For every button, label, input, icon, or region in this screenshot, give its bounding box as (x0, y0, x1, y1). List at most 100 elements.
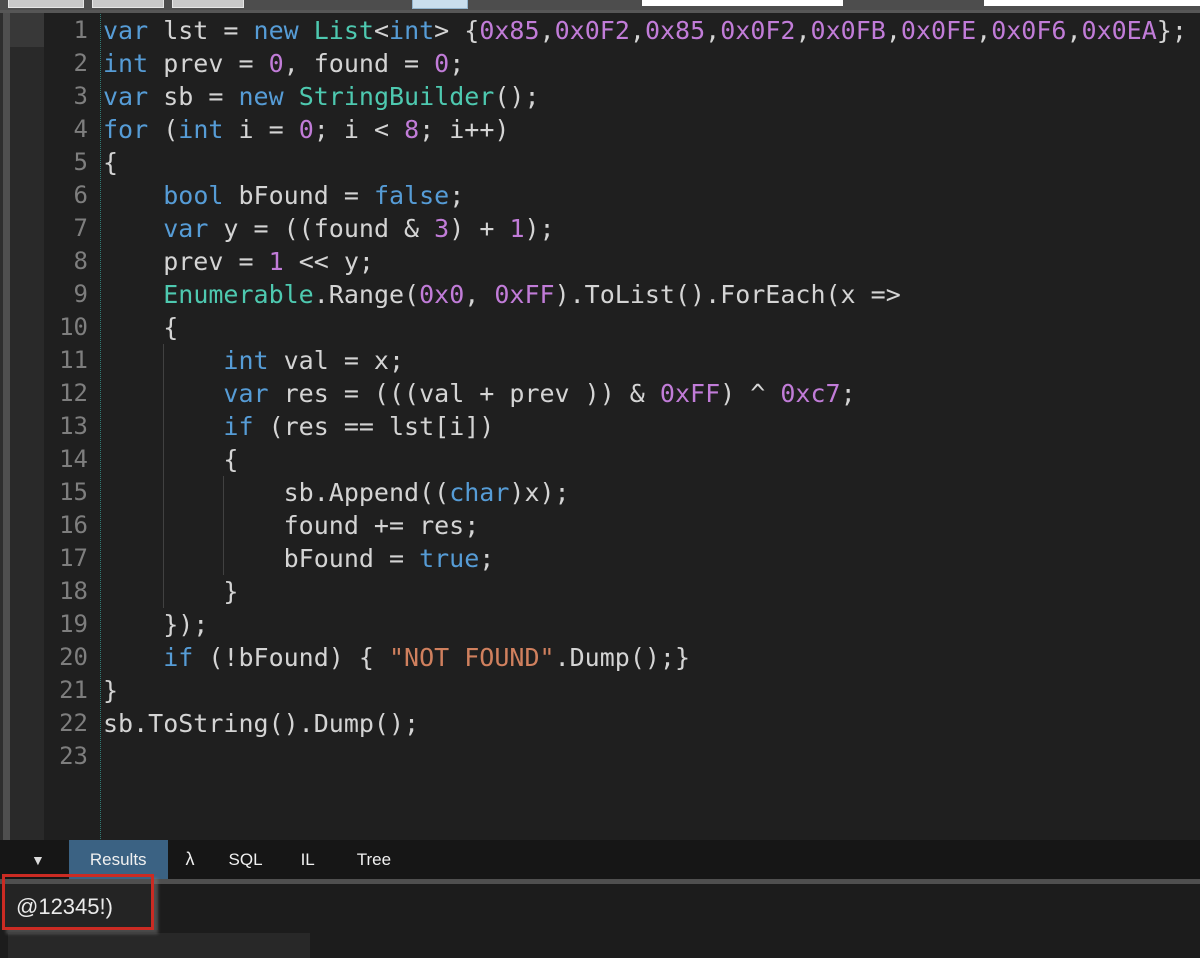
code-token: bFound = (223, 181, 374, 210)
code-line[interactable]: 22sb.ToString().Dump(); (10, 707, 1200, 740)
code-token: (!bFound) { (193, 643, 389, 672)
line-number: 6 (10, 179, 88, 212)
code-token: int (178, 115, 223, 144)
chevron-down-icon[interactable]: ▼ (31, 852, 45, 868)
code-text[interactable]: } (103, 674, 118, 707)
toolbar-button-fragment[interactable] (172, 0, 244, 8)
code-text[interactable]: sb.Append((char)x); (103, 476, 570, 509)
code-token: , (1066, 16, 1081, 45)
tab-il[interactable]: IL (285, 840, 331, 879)
code-token (103, 280, 163, 309)
toolbar-button-fragment-highlighted[interactable] (412, 0, 468, 9)
toolbar-button-fragment[interactable] (92, 0, 164, 8)
tab-lambda[interactable]: λ (172, 840, 209, 879)
code-line[interactable]: 20 if (!bFound) { "NOT FOUND".Dump();} (10, 641, 1200, 674)
code-line[interactable]: 18 } (10, 575, 1200, 608)
code-text[interactable]: var lst = new List<int> {0x85,0x0F2,0x85… (103, 14, 1187, 47)
code-text[interactable]: var res = (((val + prev )) & 0xFF) ^ 0xc… (103, 377, 856, 410)
code-line[interactable]: 7 var y = ((found & 3) + 1); (10, 212, 1200, 245)
code-line[interactable]: 4for (int i = 0; i < 8; i++) (10, 113, 1200, 146)
code-text[interactable]: { (103, 311, 178, 344)
code-token: 0x0FE (901, 16, 976, 45)
code-token: 0x85 (479, 16, 539, 45)
code-line[interactable]: 16 found += res; (10, 509, 1200, 542)
code-token (103, 379, 223, 408)
tab-sql[interactable]: SQL (213, 840, 279, 879)
code-editor[interactable]: 1var lst = new List<int> {0x85,0x0F2,0x8… (10, 13, 1200, 840)
code-line[interactable]: 21} (10, 674, 1200, 707)
code-token: char (449, 478, 509, 507)
code-text[interactable]: found += res; (103, 509, 479, 542)
code-token: 0x0F2 (720, 16, 795, 45)
code-token: false (374, 181, 449, 210)
code-token: 0x0F2 (555, 16, 630, 45)
code-line[interactable]: 13 if (res == lst[i]) (10, 410, 1200, 443)
code-token: if (223, 412, 253, 441)
code-token: Enumerable (163, 280, 314, 309)
code-token: < (374, 16, 389, 45)
code-text[interactable]: { (103, 146, 118, 179)
code-token (103, 214, 163, 243)
line-number: 13 (10, 410, 88, 443)
code-line[interactable]: 2int prev = 0, found = 0; (10, 47, 1200, 80)
linqpad-window: 1var lst = new List<int> {0x85,0x0F2,0x8… (0, 0, 1200, 958)
code-line[interactable]: 11 int val = x; (10, 344, 1200, 377)
code-token: StringBuilder (299, 82, 495, 111)
code-line[interactable]: 5{ (10, 146, 1200, 179)
code-token: sb = (148, 82, 238, 111)
code-line[interactable]: 23 (10, 740, 1200, 773)
code-text[interactable]: { (103, 443, 238, 476)
code-line[interactable]: 17 bFound = true; (10, 542, 1200, 575)
code-token: , found = (284, 49, 435, 78)
code-line[interactable]: 9 Enumerable.Range(0x0, 0xFF).ToList().F… (10, 278, 1200, 311)
code-line[interactable]: 6 bool bFound = false; (10, 179, 1200, 212)
code-token: sb.Append(( (103, 478, 449, 507)
code-text[interactable]: if (res == lst[i]) (103, 410, 494, 443)
code-token: << y; (284, 247, 374, 276)
code-line[interactable]: 12 var res = (((val + prev )) & 0xFF) ^ … (10, 377, 1200, 410)
code-text[interactable]: if (!bFound) { "NOT FOUND".Dump();} (103, 641, 690, 674)
code-text[interactable]: bFound = true; (103, 542, 494, 575)
code-token: )x); (509, 478, 569, 507)
code-token: for (103, 115, 148, 144)
code-token: (); (494, 82, 539, 111)
code-text[interactable]: prev = 1 << y; (103, 245, 374, 278)
code-token: bool (163, 181, 223, 210)
code-text[interactable]: Enumerable.Range(0x0, 0xFF).ToList().For… (103, 278, 901, 311)
editor-left-border (3, 13, 10, 840)
code-token: if (163, 643, 193, 672)
code-token: ; i < (314, 115, 404, 144)
code-token (103, 346, 223, 375)
code-token: } (103, 577, 238, 606)
line-number: 20 (10, 641, 88, 674)
code-token (103, 412, 223, 441)
line-number: 21 (10, 674, 88, 707)
code-line[interactable]: 15 sb.Append((char)x); (10, 476, 1200, 509)
code-token (299, 16, 314, 45)
code-text[interactable]: sb.ToString().Dump(); (103, 707, 419, 740)
code-line[interactable]: 8 prev = 1 << y; (10, 245, 1200, 278)
code-line[interactable]: 3 var sb = new StringBuilder(); (10, 80, 1200, 113)
code-line[interactable]: 14 { (10, 443, 1200, 476)
code-token: var (103, 82, 148, 111)
code-token: ; i++) (419, 115, 509, 144)
code-text[interactable]: } (103, 575, 238, 608)
code-text[interactable]: int val = x; (103, 344, 404, 377)
tab-tree[interactable]: Tree (341, 840, 407, 879)
code-line[interactable]: 19 }); (10, 608, 1200, 641)
code-text[interactable]: bool bFound = false; (103, 179, 464, 212)
code-token: var (103, 16, 148, 45)
code-text[interactable]: var y = ((found & 3) + 1); (103, 212, 555, 245)
code-text[interactable]: for (int i = 0; i < 8; i++) (103, 113, 509, 146)
line-number: 3 (10, 80, 88, 113)
code-token: int (223, 346, 268, 375)
code-token: ) + (449, 214, 509, 243)
toolbar-button-fragment[interactable] (8, 0, 84, 8)
code-text[interactable]: int prev = 0, found = 0; (103, 47, 464, 80)
code-token: , (540, 16, 555, 45)
code-token: 8 (404, 115, 419, 144)
code-line[interactable]: 1var lst = new List<int> {0x85,0x0F2,0x8… (10, 14, 1200, 47)
code-text[interactable]: }); (103, 608, 208, 641)
code-text[interactable]: var sb = new StringBuilder(); (103, 80, 540, 113)
code-line[interactable]: 10 { (10, 311, 1200, 344)
